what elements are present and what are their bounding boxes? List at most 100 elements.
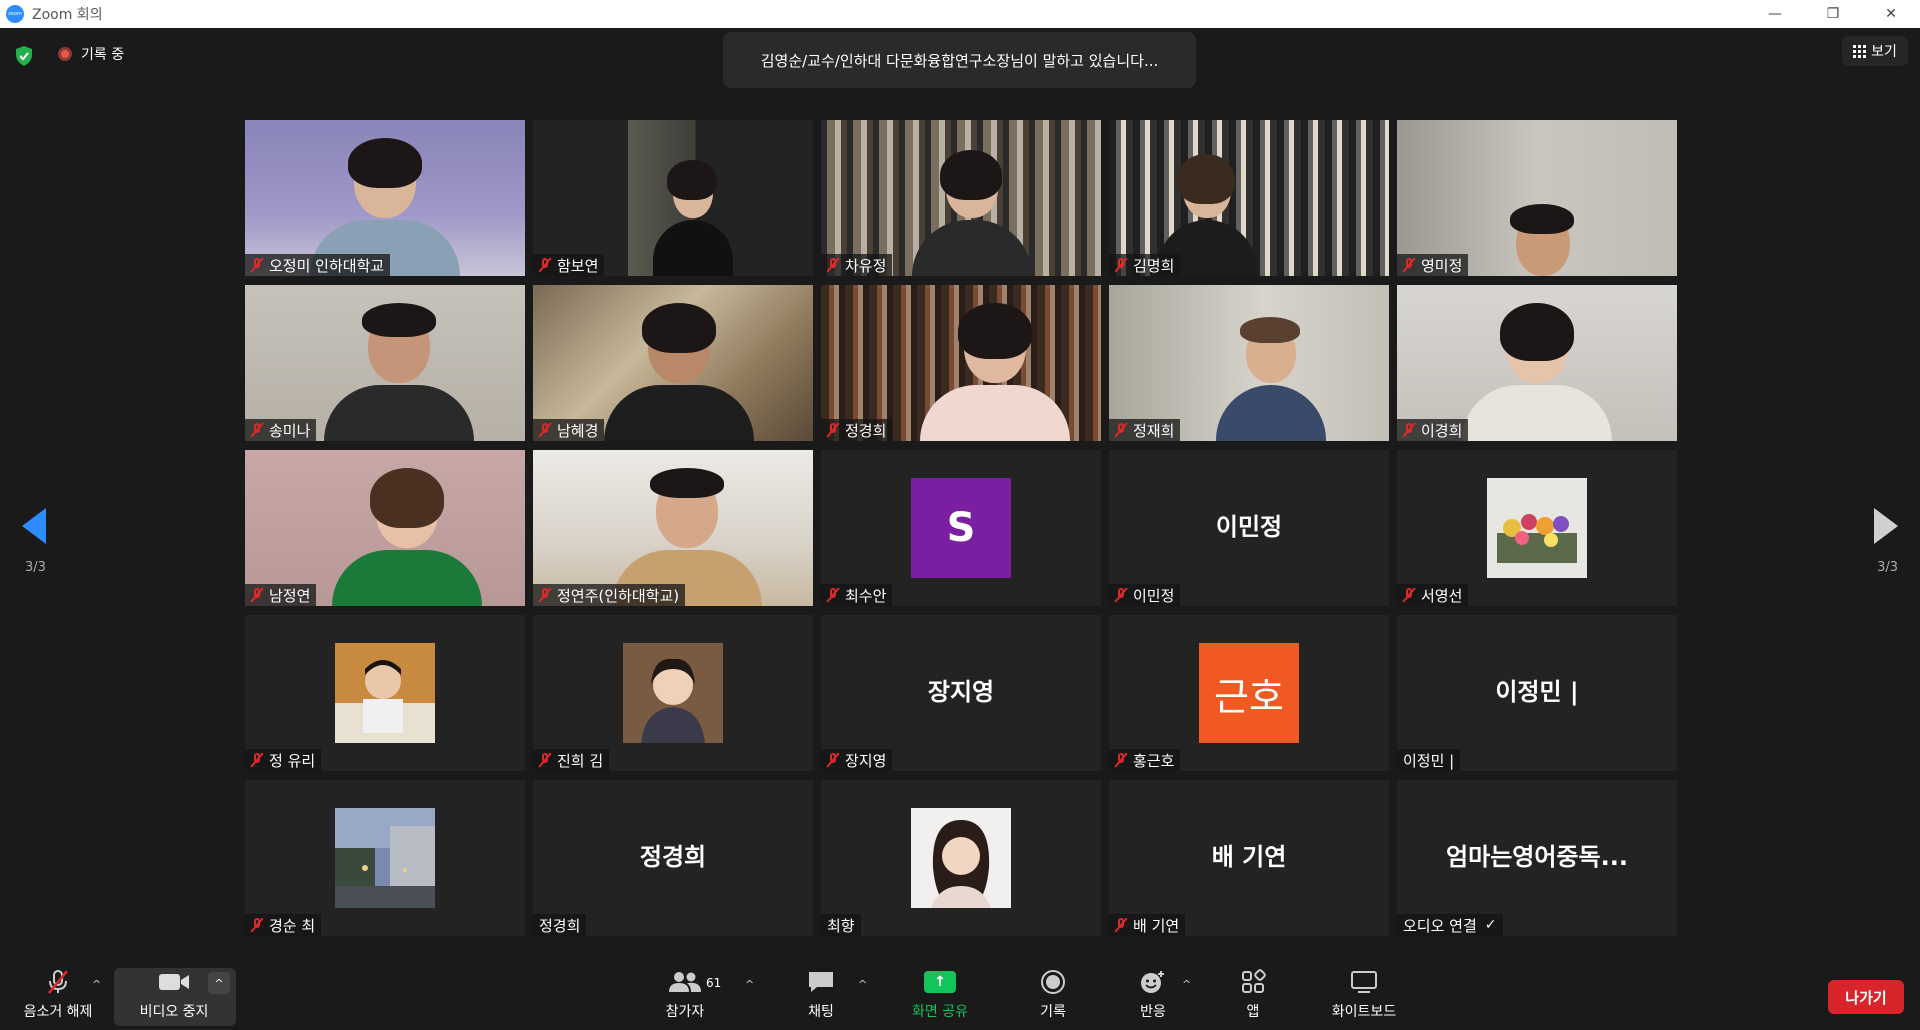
participant-name-tag: 차유정 [821,254,893,276]
participant-tile[interactable]: 송미나 [245,285,525,441]
participant-name-tag: 경순 최 [245,914,322,936]
participant-tile[interactable]: 이경희 [1397,285,1677,441]
page-indicator-right: 3/3 [1877,560,1898,575]
page-indicator-left: 3/3 [25,560,46,575]
next-page-arrow-icon[interactable] [1874,508,1898,544]
participant-name-tag: 오디오 연결 ✓ [1397,914,1503,936]
participant-tile[interactable]: 최향 [821,780,1101,936]
participant-tile[interactable]: 근호 홍근호 [1109,615,1389,771]
participant-tile[interactable]: 장지영 장지영 [821,615,1101,771]
reactions-button[interactable]: 반응 [1128,960,1178,1030]
stop-video-button[interactable]: 비디오 중지 [122,960,226,1030]
mic-muted-icon [1401,422,1417,438]
security-shield-icon[interactable] [15,46,33,66]
participant-name: 최향 [827,916,855,935]
record-button[interactable]: 기록 [1028,960,1078,1030]
participant-name: 정재희 [1133,421,1175,440]
participant-tile[interactable]: 정경희 정경희 [533,780,813,936]
participant-tile[interactable]: 차유정 [821,120,1101,276]
participant-name: 남혜경 [557,421,599,440]
mic-muted-icon [249,917,265,933]
previous-page-arrow-icon[interactable] [22,508,46,544]
participant-video [245,120,525,276]
participant-tile[interactable]: 이민정 이민정 [1109,450,1389,606]
participant-tile[interactable]: 정연주(인하대학교) [533,450,813,606]
video-options-caret-icon[interactable]: ^ [208,972,230,994]
participant-tile[interactable]: 정경희 [821,285,1101,441]
participant-tile[interactable]: 남정연 [245,450,525,606]
participant-name-tag: 배 기연 [1109,914,1186,936]
stop-video-label: 비디오 중지 [139,1004,209,1020]
audio-connect-label[interactable]: 오디오 연결 [1403,915,1477,936]
participant-name-tag: 정재희 [1109,419,1181,441]
leave-meeting-button[interactable]: 나가기 [1828,980,1904,1014]
participant-tile[interactable]: 정 유리 [245,615,525,771]
zoom-logo-icon: zoom [6,5,24,23]
participant-tile[interactable]: 배 기연 배 기연 [1109,780,1389,936]
child-avatar-image [335,643,435,743]
participant-name: 진희 김 [557,751,604,770]
participant-video [533,450,813,606]
participant-tile[interactable]: 남혜경 [533,285,813,441]
logo-text: zoom [8,11,22,17]
record-label: 기록 [1040,1004,1066,1020]
unmute-button[interactable]: 음소거 해제 [16,960,100,1030]
participant-tile[interactable]: 이정민 | 이정민 | [1397,615,1677,771]
reactions-options-caret-icon[interactable]: ^ [1182,978,1191,991]
participant-tile[interactable]: 영미정 [1397,120,1677,276]
whiteboard-button[interactable]: 화이트보드 [1322,960,1406,1030]
chat-label: 채팅 [808,1004,834,1020]
view-button[interactable]: 보기 [1842,36,1908,66]
participant-video [533,120,813,276]
participant-name: 남정연 [269,586,311,605]
participant-tile[interactable]: 경순 최 [245,780,525,936]
participant-display-name: 이민정 [1215,512,1283,541]
restore-icon[interactable]: ❐ [1804,0,1862,28]
video-gallery: 오정미 인하대학교 함보연 차유정 김명희 영미정 송미나 남혜경 정경희 정재… [245,120,1677,936]
participant-tile[interactable]: 진희 김 [533,615,813,771]
participant-display-name: 엄마는영어중독... [1446,842,1628,871]
participant-name: 서영선 [1421,586,1463,605]
participant-tile[interactable]: S 최수안 [821,450,1101,606]
participant-name-tag: 남혜경 [533,419,605,441]
participant-tile[interactable]: 김명희 [1109,120,1389,276]
participants-icon [668,969,702,995]
participant-name: 김명희 [1133,256,1175,275]
participants-button[interactable]: 참가자 [660,960,710,1030]
mic-muted-icon [537,587,553,603]
close-icon[interactable]: ✕ [1862,0,1920,28]
participant-tile[interactable]: 서영선 [1397,450,1677,606]
audio-options-caret-icon[interactable]: ^ [92,978,101,991]
chat-options-caret-icon[interactable]: ^ [858,978,867,991]
share-screen-icon: ↑ [924,969,956,995]
participant-name: 이정민 | [1403,751,1455,770]
participant-name-tag: 영미정 [1397,254,1469,276]
participant-name-tag: 정 유리 [245,749,322,771]
mic-muted-icon [825,257,841,273]
participant-tile[interactable]: 엄마는영어중독... 오디오 연결 ✓ [1397,780,1677,936]
participant-display-name: 이정민 | [1495,677,1579,706]
apps-button[interactable]: 앱 [1228,960,1278,1030]
street-avatar-image [335,808,435,908]
participant-name-tag: 서영선 [1397,584,1469,606]
participant-tile[interactable]: 정재희 [1109,285,1389,441]
participant-name: 홍근호 [1133,751,1175,770]
window-titlebar: zoom Zoom 회의 — ❐ ✕ [0,0,1920,28]
participant-name-tag: 남정연 [245,584,317,606]
participant-display-name: 정경희 [639,842,707,871]
participant-video [533,285,813,441]
share-screen-button[interactable]: ↑ 화면 공유 [900,960,980,1030]
participants-options-caret-icon[interactable]: ^ [745,978,754,991]
participant-name: 정연주(인하대학교) [557,586,680,605]
participant-tile[interactable]: 오정미 인하대학교 [245,120,525,276]
reactions-label: 반응 [1140,1004,1166,1020]
participant-name-tag: 정연주(인하대학교) [533,584,686,606]
mic-muted-icon [825,752,841,768]
participant-name: 장지영 [845,751,887,770]
minimize-icon[interactable]: — [1746,0,1804,28]
participant-tile[interactable]: 함보연 [533,120,813,276]
participant-video [1397,120,1677,276]
chat-button[interactable]: 채팅 [796,960,846,1030]
participant-name-tag: 진희 김 [533,749,610,771]
participant-name: 최수안 [845,586,887,605]
